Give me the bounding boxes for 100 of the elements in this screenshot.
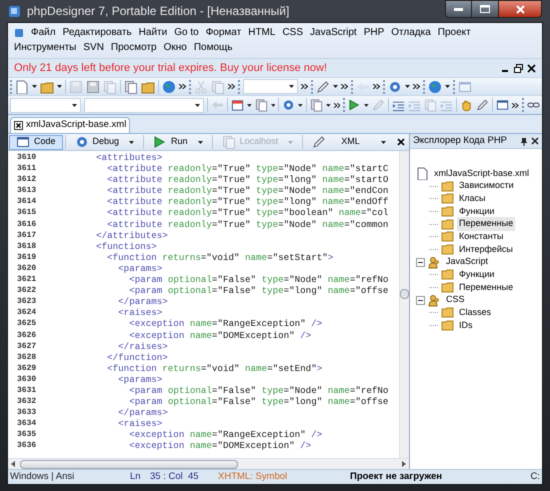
overflow-chevron-icon[interactable]: [228, 84, 235, 89]
dropdown-caret-icon[interactable]: [333, 85, 338, 88]
menu-item[interactable]: SVN: [83, 40, 104, 55]
restore-icon[interactable]: [514, 64, 523, 72]
menu-item[interactable]: Формат: [206, 25, 242, 40]
overflow-chevron-icon[interactable]: [179, 84, 186, 89]
tree-item[interactable]: IDs: [457, 318, 474, 332]
calendar-icon[interactable]: [231, 98, 244, 112]
code-line: <attribute readonly="True" type="long" name="endOff: [106, 196, 388, 208]
overflow-chevron-icon[interactable]: [341, 84, 348, 89]
menu-item[interactable]: Окно: [164, 40, 187, 55]
folder-icon: [441, 268, 454, 282]
trial-notice[interactable]: Only 21 days left before your trial expires. Buy your license now!: [14, 60, 501, 76]
document-tab[interactable]: xmlJavaScript-base.xml: [10, 117, 130, 133]
dropdown-caret-icon[interactable]: [298, 104, 304, 106]
pages-icon[interactable]: [124, 80, 138, 94]
editor-mode-button[interactable]: Run: [146, 134, 210, 150]
play-icon[interactable]: [153, 135, 168, 149]
overflow-chevron-icon[interactable]: [413, 84, 420, 89]
overflow-chevron-icon[interactable]: [301, 84, 308, 89]
scroll-thumb[interactable]: [20, 460, 238, 468]
menu-item[interactable]: JavaScript: [310, 25, 357, 40]
menu-item[interactable]: Редактировать: [62, 25, 132, 40]
folder-icon[interactable]: [40, 80, 54, 94]
pen-icon[interactable]: [476, 98, 490, 112]
menu-item[interactable]: Проект: [438, 25, 471, 40]
dropdown-caret-icon[interactable]: [445, 85, 450, 88]
line-number: 3620: [16, 262, 38, 274]
hand-icon[interactable]: [460, 98, 474, 112]
dropdown-caret-icon[interactable]: [57, 85, 62, 88]
overflow-chevron-icon[interactable]: [373, 84, 380, 89]
code-line: <params>: [117, 262, 162, 274]
window-icon[interactable]: [496, 98, 510, 112]
tree-item[interactable]: Константы: [457, 230, 506, 244]
menu-item[interactable]: Помощь: [194, 40, 232, 55]
dropdown-caret-icon[interactable]: [405, 85, 410, 88]
menu-item[interactable]: CSS: [282, 25, 304, 40]
globe-icon[interactable]: [162, 80, 176, 94]
editor-mode-button[interactable]: XML: [305, 134, 394, 150]
pin-icon[interactable]: [520, 136, 528, 146]
document-icon: [416, 166, 429, 180]
horizontal-scrollbar[interactable]: [8, 458, 409, 469]
dropdown-field[interactable]: [243, 79, 298, 94]
dropdown-caret-icon[interactable]: [326, 104, 331, 106]
globe-icon[interactable]: [428, 80, 442, 94]
tree-item[interactable]: Classes: [457, 306, 494, 320]
editor-mode-button[interactable]: Code: [9, 134, 63, 150]
dropdown-field[interactable]: [84, 98, 204, 112]
maximize-button[interactable]: [472, 0, 498, 18]
tree-item[interactable]: Функции: [457, 204, 496, 218]
pen-icon[interactable]: [316, 80, 330, 94]
menu-item[interactable]: Просмотр: [110, 40, 157, 55]
menu-item[interactable]: Отладка: [391, 25, 431, 40]
tree-item[interactable]: Переменные: [457, 280, 516, 294]
close-icon[interactable]: [531, 137, 539, 145]
dropdown-caret-icon[interactable]: [270, 104, 276, 106]
menu-item[interactable]: Инструменты: [14, 40, 76, 55]
line-number: 3618: [16, 240, 38, 252]
menu-item[interactable]: HTML: [248, 25, 276, 40]
overflow-chevron-icon[interactable]: [334, 102, 340, 108]
close-icon[interactable]: [397, 138, 405, 146]
scroll-thumb[interactable]: [400, 289, 409, 299]
overflow-chevron-icon[interactable]: [512, 102, 519, 108]
tree-item[interactable]: Функции: [457, 268, 496, 282]
code-line: </function>: [106, 352, 168, 363]
tree-item[interactable]: CSS: [444, 293, 467, 307]
dropdown-caret-icon[interactable]: [364, 104, 370, 106]
document-icon[interactable]: [15, 80, 29, 94]
collapse-toggle-icon[interactable]: [416, 258, 425, 267]
tree-item[interactable]: Интерфейсы: [457, 242, 515, 256]
dropdown-field[interactable]: [10, 98, 82, 112]
minimize-icon: [454, 8, 463, 10]
window-icon[interactable]: [16, 135, 30, 149]
menu-item[interactable]: PHP: [364, 25, 384, 40]
menu-item[interactable]: Найти: [138, 25, 168, 40]
app-icon: [14, 28, 24, 38]
syntax-label: XHTML: Symbol: [218, 470, 288, 484]
play-icon[interactable]: [348, 98, 362, 112]
scroll-left-icon[interactable]: [11, 461, 16, 467]
dropdown-caret-icon: [289, 85, 294, 88]
menu-item[interactable]: Файл: [31, 25, 56, 40]
line-number: 3610: [16, 152, 38, 164]
tree-item[interactable]: JavaScript: [444, 255, 490, 269]
minimize-button[interactable]: [445, 0, 472, 18]
editor-mode-button[interactable]: Debug: [68, 134, 142, 150]
close-icon[interactable]: [527, 64, 536, 72]
tree-item[interactable]: Зависимости: [457, 179, 516, 193]
close-button[interactable]: [498, 0, 542, 18]
collapse-toggle-icon[interactable]: [416, 296, 425, 305]
vertical-scrollbar[interactable]: [399, 151, 409, 458]
folder-icon[interactable]: [141, 80, 155, 94]
dropdown-caret-icon[interactable]: [32, 85, 37, 88]
dropdown-caret-icon[interactable]: [247, 104, 252, 106]
tree-item[interactable]: xmlJavaScript-base.xml: [432, 166, 532, 180]
pen-icon[interactable]: [312, 135, 326, 149]
close-icon[interactable]: [14, 121, 23, 130]
scroll-right-icon[interactable]: [401, 461, 406, 467]
menu-item[interactable]: Go to: [174, 25, 199, 40]
tree-item[interactable]: Переменные: [457, 217, 516, 231]
tree-item[interactable]: Класы: [457, 192, 488, 206]
